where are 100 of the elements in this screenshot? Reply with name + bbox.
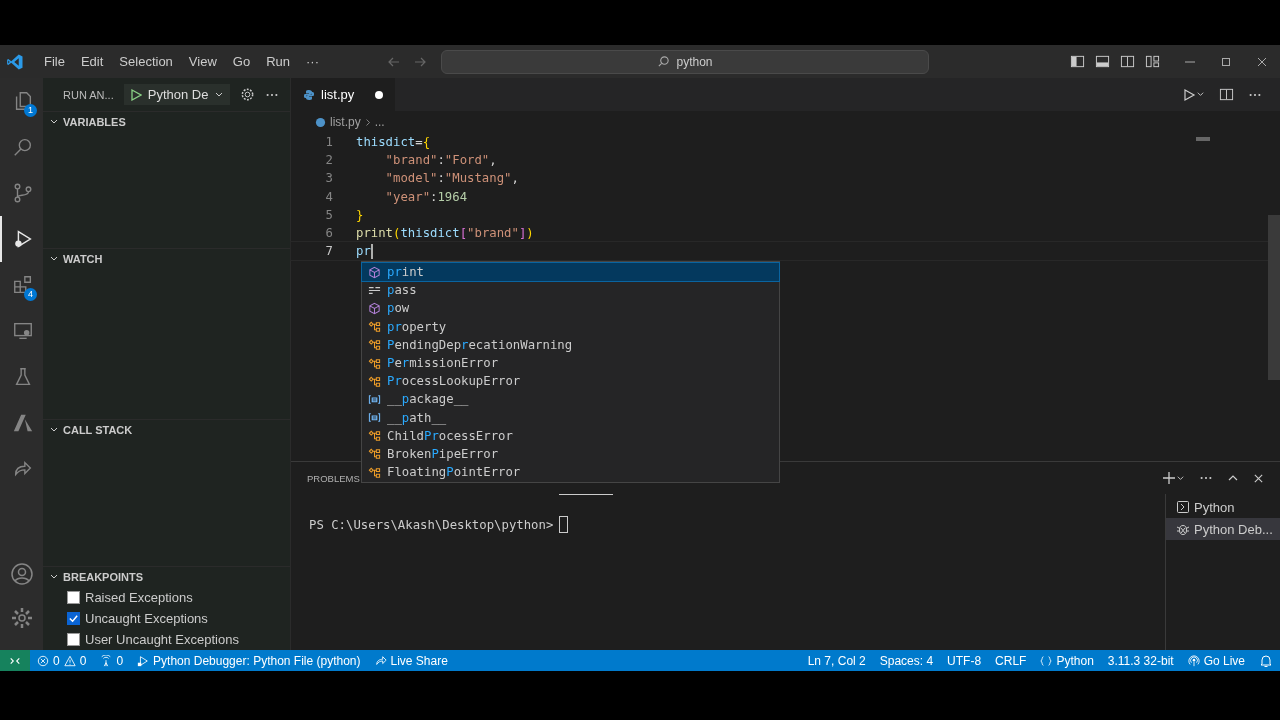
- code-line: print(thisdict["brand"]): [356, 226, 534, 241]
- section-title: WATCH: [63, 253, 103, 266]
- menu-item[interactable]: Go: [224, 54, 259, 69]
- class-icon: [368, 465, 381, 479]
- terminal-label: Python Deb...: [1194, 521, 1273, 537]
- suggestion-item[interactable]: property: [362, 317, 779, 336]
- live-share-status[interactable]: Live Share: [367, 653, 455, 668]
- braces-icon: [1040, 654, 1053, 667]
- menu-item[interactable]: File: [36, 54, 73, 69]
- debug-config-dropdown[interactable]: Python De: [123, 84, 231, 105]
- activity-bar-item[interactable]: 1: [0, 78, 43, 124]
- suggestion-item[interactable]: ProcessLookupError: [362, 372, 779, 391]
- split-layout-icon[interactable]: [1120, 54, 1135, 69]
- cursor-position-status[interactable]: Ln 7, Col 2: [800, 653, 873, 668]
- code-line: pr: [356, 243, 373, 259]
- azure-icon: [11, 412, 34, 434]
- suggestion-label: pow: [387, 301, 410, 316]
- status-text: Python: [1056, 653, 1094, 668]
- suggestion-item[interactable]: pass: [362, 281, 779, 300]
- run-icon[interactable]: [1182, 87, 1196, 102]
- suggestion-item[interactable]: pow: [362, 299, 779, 318]
- warning-count: 0: [79, 653, 87, 668]
- split-editor-icon[interactable]: [1219, 87, 1234, 102]
- terminal-cursor: [559, 516, 569, 533]
- suggestion-item[interactable]: PendingDeprecationWarning: [362, 335, 779, 354]
- breadcrumb-item[interactable]: ...: [374, 115, 385, 129]
- checkbox-label: Raised Exceptions: [85, 590, 193, 605]
- activity-bar-item[interactable]: 4: [0, 262, 43, 308]
- terminal-prompt: PS C:\Users\Akash\Desktop\python>: [309, 517, 554, 532]
- bug-icon: [1176, 522, 1190, 536]
- breadcrumb-item[interactable]: list.py: [330, 115, 361, 129]
- line-number: 7: [324, 244, 333, 259]
- panel-toggle-icon[interactable]: [1095, 54, 1110, 69]
- section-header[interactable]: VARIABLES: [43, 111, 290, 132]
- scrollbar[interactable]: [1268, 215, 1280, 380]
- editor-tab[interactable]: list.py: [291, 78, 395, 111]
- chevron-down-icon[interactable]: [1176, 473, 1185, 483]
- account-icon[interactable]: [9, 562, 34, 586]
- class-icon: [368, 338, 381, 352]
- search-text: python: [676, 54, 713, 69]
- go-live-status[interactable]: Go Live: [1180, 653, 1252, 668]
- checkbox-label: Uncaught Exceptions: [85, 611, 208, 626]
- ports-status[interactable]: 0: [93, 653, 131, 668]
- suggestion-item[interactable]: __path__: [362, 408, 779, 427]
- line-number: 2: [324, 153, 333, 168]
- suggestion-item[interactable]: FloatingPointError: [362, 463, 779, 482]
- suggestion-label: PendingDeprecationWarning: [387, 337, 573, 352]
- class-icon: [368, 447, 381, 461]
- add-icon[interactable]: [1162, 471, 1176, 485]
- suggestion-item[interactable]: ChildProcessError: [362, 426, 779, 445]
- line-number: 6: [324, 226, 333, 241]
- checkbox[interactable]: [67, 591, 80, 604]
- close-icon[interactable]: [1253, 472, 1264, 484]
- terminal-list-item[interactable]: Python: [1166, 496, 1280, 518]
- maximize-icon[interactable]: [1220, 55, 1232, 68]
- remote-indicator[interactable]: [0, 650, 30, 671]
- chevron-right-icon: [364, 117, 371, 127]
- suggestion-item[interactable]: BrokenPipeError: [362, 444, 779, 464]
- suggestion-item[interactable]: PermissionError: [362, 353, 779, 373]
- config-name: Python De: [147, 87, 209, 102]
- code-line: thisdict={: [356, 135, 431, 150]
- panel-tab[interactable]: PROBLEMS: [307, 472, 360, 484]
- debug-icon: [137, 654, 150, 667]
- indentation-status[interactable]: Spaces: 4: [872, 653, 941, 668]
- tab-label: list.py: [321, 87, 355, 102]
- notification-badge: 1: [24, 104, 37, 117]
- suggestion-label: print: [387, 265, 425, 280]
- terminal-list-item[interactable]: Python Deb...: [1166, 518, 1280, 540]
- suggestion-label: property: [387, 319, 447, 334]
- language-status[interactable]: Python: [1033, 653, 1101, 668]
- play-icon: [129, 88, 142, 101]
- menu-item[interactable]: ···: [298, 54, 327, 69]
- section-header[interactable]: WATCH: [43, 248, 290, 270]
- python-file-icon: [315, 116, 326, 128]
- command-center-search[interactable]: python: [441, 49, 929, 74]
- interpreter-status[interactable]: 3.11.3 32-bit: [1100, 653, 1181, 668]
- line-number: 5: [324, 207, 333, 222]
- line-ending-status[interactable]: CRLF: [988, 653, 1034, 668]
- menu-item[interactable]: Selection: [111, 54, 181, 69]
- suggestion-item[interactable]: __package__: [362, 390, 779, 409]
- section-header[interactable]: CALL STACK: [43, 418, 290, 440]
- section-header[interactable]: BREAKPOINTS: [43, 566, 290, 587]
- suggestion-item[interactable]: print: [362, 263, 779, 282]
- sidebar-toggle-icon[interactable]: [1070, 54, 1085, 69]
- checkbox[interactable]: [67, 612, 80, 625]
- menu-item[interactable]: Run: [258, 54, 298, 69]
- close-icon[interactable]: [1256, 55, 1268, 68]
- chevron-down-icon[interactable]: [1196, 90, 1205, 99]
- problems-status[interactable]: 0 0: [30, 653, 94, 668]
- layout-icon[interactable]: [1145, 54, 1160, 69]
- menu-item[interactable]: View: [180, 54, 225, 69]
- line-number: 4: [324, 189, 333, 204]
- settings-icon[interactable]: [240, 87, 256, 102]
- menu-item[interactable]: Edit: [72, 54, 112, 69]
- search-icon: [11, 136, 34, 158]
- code-line: "brand":"Ford",: [384, 153, 497, 168]
- checkbox[interactable]: [67, 633, 80, 646]
- encoding-status[interactable]: UTF-8: [940, 653, 989, 668]
- error-icon: [37, 654, 49, 667]
- sidebar-title: RUN AN...: [63, 88, 114, 101]
